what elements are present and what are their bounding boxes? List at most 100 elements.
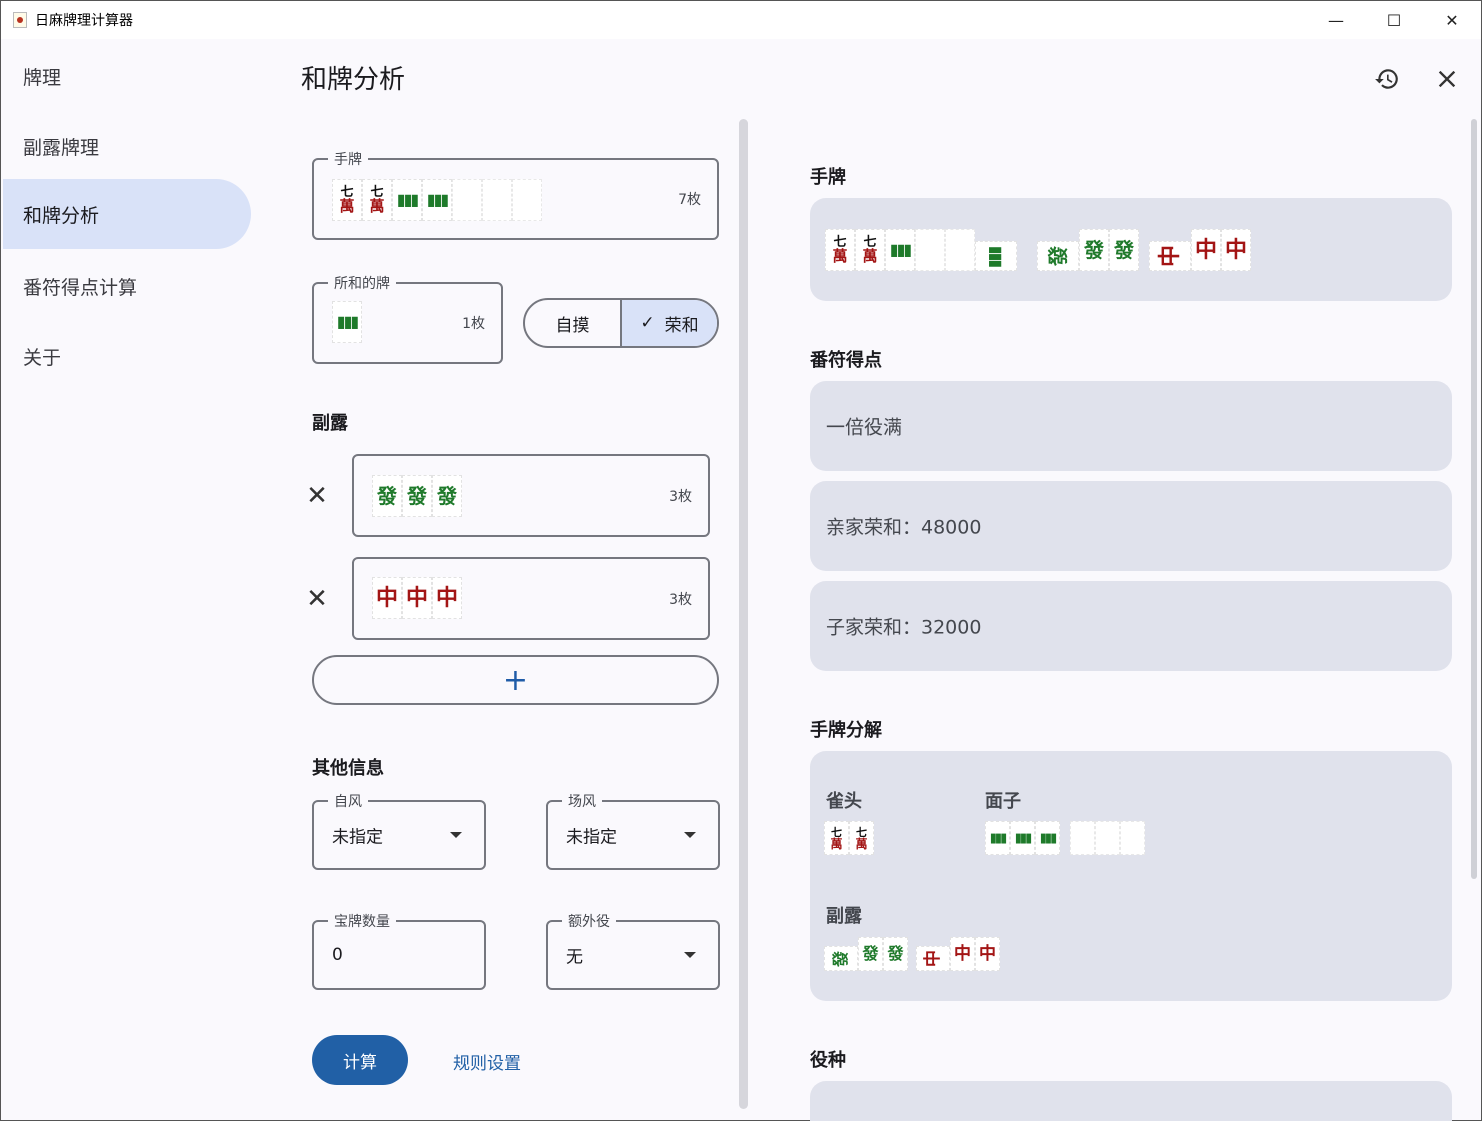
- remove-call-1-button[interactable]: ✕: [301, 480, 333, 512]
- tile-white-dragon[interactable]: [452, 179, 482, 221]
- tile-7m: 七萬: [849, 821, 874, 855]
- window-close-button[interactable]: ✕: [1423, 1, 1481, 39]
- history-icon[interactable]: [1369, 61, 1405, 97]
- check-icon: ✓: [640, 313, 655, 333]
- decomp-call-tiles: 發 發 發 中 中 中: [824, 937, 1000, 971]
- call-1-tiles: 發 發 發: [372, 475, 462, 517]
- call-1-count: 3枚: [669, 488, 692, 505]
- round-wind-value: 未指定: [566, 827, 617, 848]
- nav-item-hand-analysis[interactable]: 和牌分析: [3, 179, 251, 249]
- tile-8s-sideways: [975, 241, 1017, 271]
- calculate-button[interactable]: 计算: [312, 1035, 408, 1085]
- tile-7m[interactable]: 七萬: [332, 179, 362, 221]
- round-wind-label: 场风: [562, 791, 602, 811]
- dora-count-label: 宝牌数量: [328, 911, 396, 931]
- yakuman-text: 一倍役满: [826, 416, 903, 439]
- tile-red-dragon-sideways: 中: [1149, 241, 1191, 271]
- form-scrollbar[interactable]: [739, 119, 748, 1109]
- minimize-button[interactable]: —: [1307, 1, 1365, 39]
- tile-7m[interactable]: 七萬: [362, 179, 392, 221]
- pair-label: 雀头: [826, 791, 862, 812]
- tile-red-dragon-sideways: 中: [916, 946, 950, 971]
- tile-green-dragon[interactable]: 發: [432, 475, 462, 517]
- tile-8s: [1035, 821, 1060, 855]
- tile-white-dragon: [1070, 821, 1095, 855]
- app-icon: [13, 12, 27, 28]
- tile-white-dragon: [915, 229, 945, 271]
- tile-8s: [1010, 821, 1035, 855]
- tile-green-dragon: 發: [1079, 229, 1109, 271]
- call-2-count: 3枚: [669, 591, 692, 608]
- tile-green-dragon: 發: [858, 937, 883, 971]
- navigation-rail: 牌理 副露牌理 和牌分析 番符得点计算 关于: [1, 39, 261, 1120]
- tile-green-dragon-sideways: 發: [1037, 241, 1079, 271]
- decomposition-heading: 手牌分解: [810, 720, 882, 741]
- hand-input-label: 手牌: [328, 149, 368, 169]
- meld-label: 面子: [985, 791, 1021, 812]
- decomposition-card: 雀头 面子 七萬 七萬 副露 發 發 發 中 中 中: [810, 751, 1452, 1001]
- result-hand-tiles: 七萬 七萬 發 發 發 中 中 中: [825, 229, 1251, 271]
- app-body: 牌理 副露牌理 和牌分析 番符得点计算 关于 和牌分析 手牌 7枚 七萬 七萬 …: [1, 39, 1481, 1121]
- win-type-segmented: 自摸 ✓ 荣和: [523, 298, 719, 348]
- rules-settings-link[interactable]: 规则设置: [453, 1049, 521, 1074]
- seat-wind-select[interactable]: 自风 未指定: [312, 791, 486, 870]
- nondealer-ron-card: 子家荣和：32000: [810, 581, 1452, 671]
- tile-red-dragon: 中: [1221, 229, 1251, 271]
- extra-yaku-label: 额外役: [562, 911, 616, 931]
- yakuman-card: 一倍役满: [810, 381, 1452, 471]
- hand-count: 7枚: [678, 192, 701, 208]
- tile-white-dragon: [1120, 821, 1145, 855]
- dropdown-arrow-icon: [450, 832, 462, 838]
- title-bar: 日麻牌理计算器 — ☐ ✕: [1, 1, 1481, 39]
- dropdown-arrow-icon: [684, 832, 696, 838]
- remove-call-2-button[interactable]: ✕: [301, 583, 333, 615]
- ron-label: 荣和: [664, 315, 699, 336]
- tile-8s[interactable]: [392, 179, 422, 221]
- dealer-ron-card: 亲家荣和：48000: [810, 481, 1452, 571]
- dora-count-value: 0: [332, 945, 343, 965]
- nav-item-pai-li[interactable]: 牌理: [3, 41, 251, 111]
- nav-item-fulu-pai-li[interactable]: 副露牌理: [3, 111, 251, 181]
- tile-green-dragon: 發: [1109, 229, 1139, 271]
- round-wind-select[interactable]: 场风 未指定: [546, 791, 720, 870]
- tile-green-dragon: 發: [883, 937, 908, 971]
- tile-8s[interactable]: [422, 179, 452, 221]
- winning-tile-label: 所和的牌: [328, 273, 396, 293]
- result-hand-heading: 手牌: [810, 167, 846, 188]
- extra-yaku-select[interactable]: 额外役 无: [546, 911, 720, 990]
- tile-8s: [885, 229, 915, 271]
- seat-wind-label: 自风: [328, 791, 368, 811]
- tsumo-option[interactable]: 自摸: [525, 300, 620, 346]
- tile-red-dragon[interactable]: 中: [372, 577, 402, 619]
- maximize-button[interactable]: ☐: [1365, 1, 1423, 39]
- dealer-ron-text: 亲家荣和：48000: [826, 516, 982, 539]
- calls-label: 副露: [826, 906, 862, 927]
- tile-white-dragon[interactable]: [482, 179, 512, 221]
- winning-tile-count: 1枚: [462, 316, 485, 332]
- tile-white-dragon: [945, 229, 975, 271]
- tile-red-dragon: 中: [1191, 229, 1221, 271]
- nav-item-about[interactable]: 关于: [3, 321, 251, 391]
- score-heading: 番符得点: [810, 350, 882, 371]
- tile-white-dragon[interactable]: [512, 179, 542, 221]
- tile-7m: 七萬: [824, 821, 849, 855]
- tile-red-dragon[interactable]: 中: [402, 577, 432, 619]
- page-title: 和牌分析: [301, 65, 406, 95]
- tile-red-dragon[interactable]: 中: [432, 577, 462, 619]
- tile-green-dragon[interactable]: 發: [402, 475, 432, 517]
- nav-item-score-calc[interactable]: 番符得点计算: [3, 251, 251, 321]
- tile-red-dragon: 中: [950, 937, 975, 971]
- ron-option[interactable]: ✓ 荣和: [620, 300, 717, 346]
- seat-wind-value: 未指定: [332, 827, 383, 848]
- window-title: 日麻牌理计算器: [35, 13, 133, 29]
- other-info-heading: 其他信息: [312, 758, 384, 779]
- tile-green-dragon-sideways: 發: [824, 946, 858, 971]
- dora-count-input[interactable]: 宝牌数量 0: [312, 911, 486, 990]
- close-icon[interactable]: [1429, 61, 1465, 97]
- add-call-button[interactable]: +: [312, 655, 719, 705]
- tile-8s[interactable]: [332, 301, 362, 343]
- tile-7m: 七萬: [825, 229, 855, 271]
- tile-green-dragon[interactable]: 發: [372, 475, 402, 517]
- winning-tiles: [332, 301, 362, 343]
- results-scrollbar[interactable]: [1471, 119, 1477, 879]
